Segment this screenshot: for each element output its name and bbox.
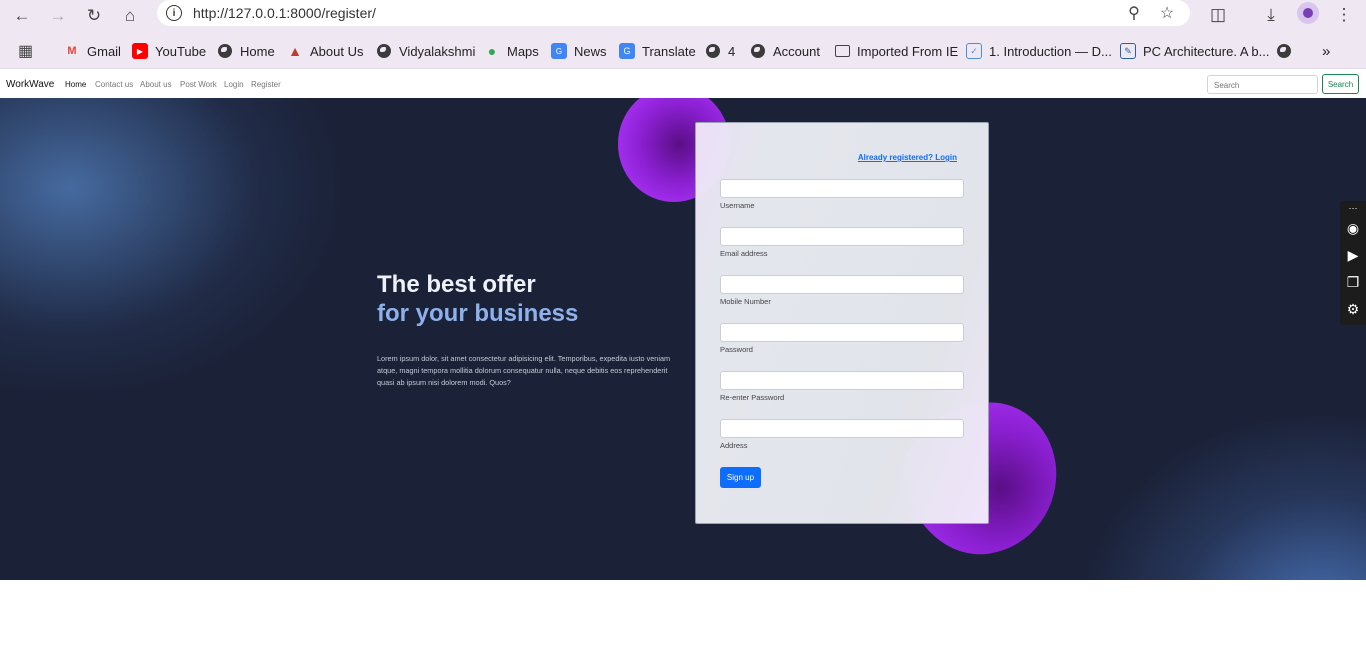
maps-pin-icon: ● bbox=[487, 43, 497, 59]
address-bar[interactable]: i http://127.0.0.1:8000/register/ ⚲ ☆ bbox=[157, 0, 1190, 26]
globe-icon bbox=[376, 43, 392, 59]
bookmark-imported-from-ie[interactable]: Imported From IE bbox=[834, 41, 958, 61]
bookmark-vidyalakshmi[interactable]: Vidyalakshmi bbox=[376, 41, 475, 61]
hero-description: Lorem ipsum dolor, sit amet consectetur … bbox=[377, 354, 671, 387]
nav-register[interactable]: Register bbox=[251, 80, 281, 89]
flame-icon: ▲ bbox=[288, 43, 302, 59]
menu-kebab-icon[interactable]: ⋮ bbox=[1331, 2, 1357, 28]
screenshot-window-icon[interactable]: ❐ bbox=[1343, 272, 1363, 292]
email-label: Email address bbox=[720, 249, 768, 258]
profile-avatar[interactable] bbox=[1297, 2, 1319, 24]
mobile-number-field[interactable] bbox=[720, 275, 964, 294]
news-icon: G bbox=[551, 43, 567, 59]
register-form-card: Already registered? Login Username Email… bbox=[695, 122, 989, 524]
nav-post-work[interactable]: Post Work bbox=[180, 80, 217, 89]
nav-about-us[interactable]: About us bbox=[140, 80, 172, 89]
doc-icon: ✎ bbox=[1120, 43, 1136, 59]
apps-grid-icon[interactable]: ▦ bbox=[18, 41, 33, 61]
bookmark-gmail[interactable]: M Gmail bbox=[64, 41, 121, 61]
extensions-icon[interactable]: ◫ bbox=[1205, 2, 1231, 28]
bookmark-4[interactable]: 4 bbox=[705, 41, 735, 61]
address-field[interactable] bbox=[720, 419, 964, 438]
nav-home[interactable]: Home bbox=[65, 80, 86, 89]
reenter-password-label: Re-enter Password bbox=[720, 393, 785, 402]
browser-toolbar: ← → ↻ ⌂ i http://127.0.0.1:8000/register… bbox=[0, 0, 1366, 33]
bookmark-pc-architecture[interactable]: ✎ PC Architecture. A b... bbox=[1120, 41, 1269, 61]
password-label: Password bbox=[720, 345, 753, 354]
search-input[interactable]: Search bbox=[1207, 75, 1318, 94]
site-brand[interactable]: WorkWave bbox=[6, 79, 54, 90]
bookmarks-bar: ▦ M Gmail ▶ YouTube Home ▲ About Us Vidyala… bbox=[0, 33, 1366, 69]
gear-icon[interactable]: ⚙ bbox=[1343, 299, 1363, 319]
zoom-icon[interactable]: ⚲ bbox=[1123, 3, 1145, 23]
username-field[interactable] bbox=[720, 179, 964, 198]
url-text[interactable]: http://127.0.0.1:8000/register/ bbox=[193, 5, 376, 21]
youtube-icon: ▶ bbox=[132, 43, 148, 59]
nav-login[interactable]: Login bbox=[224, 80, 244, 89]
email-field[interactable] bbox=[720, 227, 964, 246]
bookmark-translate[interactable]: G Translate bbox=[619, 41, 696, 61]
download-icon[interactable]: ⤓ bbox=[1258, 2, 1284, 28]
globe-icon bbox=[750, 43, 766, 59]
home-icon[interactable]: ⌂ bbox=[117, 3, 143, 29]
bookmark-account[interactable]: Account bbox=[750, 41, 820, 61]
floating-capture-toolbar: ⋯ ◉ ▶ ❐ ⚙ bbox=[1340, 201, 1366, 325]
bookmark-maps[interactable]: ● Maps bbox=[484, 41, 539, 61]
bookmark-globe[interactable] bbox=[1276, 41, 1299, 61]
site-navbar: WorkWave Home Contact us About us Post W… bbox=[0, 70, 1366, 98]
mobile-number-label: Mobile Number bbox=[720, 297, 771, 306]
hero-section: The best offer for your business Lorem i… bbox=[0, 98, 1366, 580]
gmail-icon: M bbox=[67, 45, 77, 57]
nav-contact-us[interactable]: Contact us bbox=[95, 80, 133, 89]
forward-icon[interactable]: → bbox=[45, 3, 71, 29]
camera-icon[interactable]: ◉ bbox=[1343, 218, 1363, 238]
password-field[interactable] bbox=[720, 323, 964, 342]
folder-icon bbox=[834, 43, 850, 59]
globe-icon bbox=[217, 43, 233, 59]
bookmark-news[interactable]: G News bbox=[551, 41, 607, 61]
address-label: Address bbox=[720, 441, 748, 450]
bookmark-youtube[interactable]: ▶ YouTube bbox=[132, 41, 206, 61]
video-camera-icon[interactable]: ▶ bbox=[1343, 245, 1363, 265]
bookmark-star-icon[interactable]: ☆ bbox=[1156, 3, 1178, 23]
search-button[interactable]: Search bbox=[1322, 74, 1359, 94]
more-bookmarks-icon[interactable]: » bbox=[1322, 41, 1330, 61]
back-icon[interactable]: ← bbox=[9, 3, 35, 29]
reenter-password-field[interactable] bbox=[720, 371, 964, 390]
hero-headline-line1: The best offer bbox=[377, 271, 536, 298]
site-info-icon[interactable]: i bbox=[166, 5, 182, 21]
hero-headline-line2: for your business bbox=[377, 300, 579, 327]
bookmark-home[interactable]: Home bbox=[217, 41, 275, 61]
bookmark-introduction[interactable]: ✓ 1. Introduction — D... bbox=[966, 41, 1112, 61]
translate-icon: G bbox=[619, 43, 635, 59]
login-link[interactable]: Already registered? Login bbox=[858, 153, 957, 162]
more-options-icon[interactable]: ⋯ bbox=[1343, 201, 1363, 215]
doc-icon: ✓ bbox=[966, 43, 982, 59]
signup-button[interactable]: Sign up bbox=[720, 467, 761, 488]
username-label: Username bbox=[720, 201, 755, 210]
bookmark-about-us[interactable]: ▲ About Us bbox=[287, 41, 363, 61]
globe-icon bbox=[1276, 43, 1292, 59]
globe-icon bbox=[705, 43, 721, 59]
reload-icon[interactable]: ↻ bbox=[81, 3, 107, 29]
